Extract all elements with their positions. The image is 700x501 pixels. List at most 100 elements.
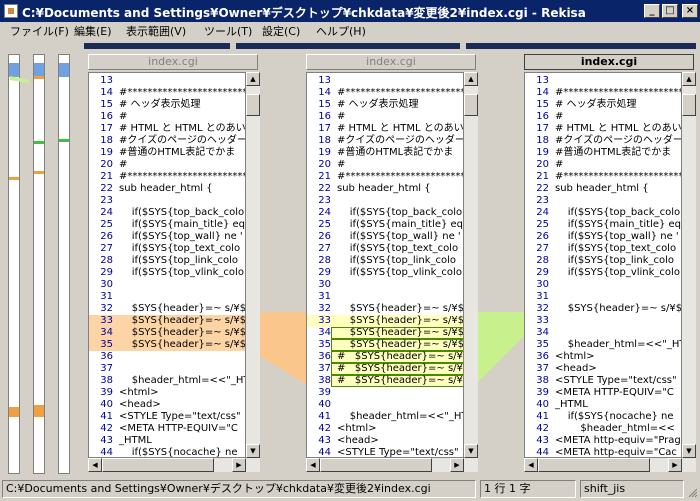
code-line[interactable]: 43 <META http-equiv="Prag [525, 435, 681, 447]
pane-tab-active[interactable]: index.cgi [524, 54, 694, 70]
menu-edit[interactable]: 編集(E) [72, 24, 114, 40]
code-line[interactable]: 18 #クイズのページのヘッダー部 [525, 135, 681, 147]
code-line[interactable]: 16 # [525, 111, 681, 123]
code-line[interactable]: 42 <META HTTP-EQUIV="C [89, 423, 245, 435]
code-line[interactable]: 28 if($SYS{top_link_colo [525, 255, 681, 267]
code-line[interactable]: 21 #************************* [307, 171, 463, 183]
code-line[interactable]: 19 #普通のHTML表記でかま [89, 147, 245, 159]
code-line[interactable]: 18 #クイズのページのヘッダー部 [307, 135, 463, 147]
menu-view-range[interactable]: 表示範囲(V) [124, 24, 188, 40]
scroll-right-button[interactable]: ▶ [450, 458, 464, 472]
code-line[interactable]: 17 # HTML と HTML とのあい [307, 123, 463, 135]
code-line[interactable]: 42 <html> [307, 423, 463, 435]
code-line[interactable]: 44 if($SYS{nocache} ne [89, 447, 245, 457]
scroll-up-button[interactable]: ▲ [246, 72, 260, 86]
code-line[interactable]: 33 $SYS{header}=~ s/¥$ [89, 315, 245, 327]
code-view[interactable]: 13 14 #************************* 15 # ヘッダ表示処… [88, 72, 246, 458]
menu-settings[interactable]: 設定(C) [260, 24, 302, 40]
code-line[interactable]: 30 [307, 279, 463, 291]
code-line[interactable]: 24 if($SYS{top_back_colo [89, 207, 245, 219]
maximize-button[interactable]: □ [662, 4, 678, 18]
code-line[interactable]: 26 if($SYS{top_wall} ne ' [525, 231, 681, 243]
code-line[interactable]: 13 [525, 75, 681, 87]
code-line[interactable]: 37 # $SYS{header}=~ s/¥$ [318, 363, 463, 375]
scroll-thumb[interactable] [682, 94, 696, 116]
scroll-thumb[interactable] [102, 458, 214, 472]
title-bar[interactable]: C:¥Documents and Settings¥Owner¥デスクトップ¥c… [0, 0, 700, 22]
scroll-up-button[interactable]: ▲ [682, 72, 696, 86]
menu-file[interactable]: ファイル(F) [8, 24, 71, 40]
scroll-up-button[interactable]: ▲ [464, 72, 478, 86]
vertical-scrollbar[interactable]: ▲ ▼ [682, 72, 696, 458]
code-line[interactable]: 28 if($SYS{top_link_colo [307, 255, 463, 267]
code-line[interactable]: 29 if($SYS{top_vlink_colo [525, 267, 681, 279]
code-line[interactable]: 37 [89, 363, 245, 375]
resize-grip[interactable] [686, 486, 698, 498]
code-line[interactable]: 31 [89, 291, 245, 303]
code-line[interactable]: 17 # HTML と HTML とのあい [525, 123, 681, 135]
code-line[interactable]: 24 if($SYS{top_back_colo [307, 207, 463, 219]
code-view[interactable]: 13 14 #************************* 15 # ヘッダ表示処… [306, 72, 464, 458]
code-line[interactable]: 40 <head> [89, 399, 245, 411]
code-line[interactable]: 25 if($SYS{main_title} eq [89, 219, 245, 231]
code-line[interactable]: 21 #************************* [525, 171, 681, 183]
code-line[interactable]: 13 [89, 75, 245, 87]
code-line[interactable]: 41 if($SYS{nocache} ne [525, 411, 681, 423]
code-line[interactable]: 22 sub header_html { [525, 183, 681, 195]
scroll-right-button[interactable]: ▶ [232, 458, 246, 472]
code-line[interactable]: 31 [307, 291, 463, 303]
code-line[interactable]: 41 $header_html=<<"_HT [307, 411, 463, 423]
code-line[interactable]: 26 if($SYS{top_wall} ne ' [89, 231, 245, 243]
code-line[interactable]: 31 [525, 291, 681, 303]
code-line[interactable]: 28 if($SYS{top_link_colo [89, 255, 245, 267]
code-line[interactable]: 20 # [89, 159, 245, 171]
scroll-thumb[interactable] [320, 458, 432, 472]
code-line[interactable]: 27 if($SYS{top_text_colo [525, 243, 681, 255]
pane-tab[interactable]: index.cgi [306, 54, 476, 70]
overview-column[interactable] [58, 54, 70, 474]
code-line[interactable]: 36 <html> [525, 351, 681, 363]
code-line[interactable]: 19 #普通のHTML表記でかま [525, 147, 681, 159]
code-line[interactable]: 27 if($SYS{top_text_colo [89, 243, 245, 255]
code-line[interactable]: 33 $SYS{header}=~ s/¥$ [307, 315, 463, 327]
code-line[interactable]: 38 $header_html=<<"_HT [89, 375, 245, 387]
code-line[interactable]: 30 [89, 279, 245, 291]
scroll-right-button[interactable]: ▶ [668, 458, 682, 472]
code-line[interactable]: 26 if($SYS{top_wall} ne ' [307, 231, 463, 243]
code-line[interactable]: 33 [525, 315, 681, 327]
code-line[interactable]: 40 _HTML [525, 399, 681, 411]
code-line[interactable]: 21 #************************* [89, 171, 245, 183]
scroll-thumb[interactable] [538, 458, 650, 472]
code-line[interactable]: 23 [89, 195, 245, 207]
code-line[interactable]: 16 # [307, 111, 463, 123]
code-line[interactable]: 34 $SYS{header}=~ s/¥$ [318, 327, 463, 339]
app-icon[interactable] [4, 4, 18, 18]
code-line[interactable]: 23 [307, 195, 463, 207]
vertical-scrollbar[interactable]: ▲ ▼ [464, 72, 478, 458]
code-line[interactable]: 23 [525, 195, 681, 207]
code-line[interactable]: 39 <html> [89, 387, 245, 399]
code-line[interactable]: 41 <STYLE Type="text/css" [89, 411, 245, 423]
minimize-button[interactable]: _ [644, 4, 660, 18]
menu-help[interactable]: ヘルプ(H) [314, 24, 368, 40]
code-line[interactable]: 29 if($SYS{top_vlink_colo [307, 267, 463, 279]
code-line[interactable]: 42 $header_html=<< [525, 423, 681, 435]
close-button[interactable]: × [682, 4, 698, 18]
code-line[interactable]: 27 if($SYS{top_text_colo [307, 243, 463, 255]
code-line[interactable]: 36 # $SYS{header}=~ s/¥$ [318, 351, 463, 363]
code-line[interactable]: 44 <STYLE Type="text/css" [307, 447, 463, 457]
code-line[interactable]: 32 $SYS{header}=~ s/¥$ [525, 303, 681, 315]
code-line[interactable]: 43 <head> [307, 435, 463, 447]
pane-tab[interactable]: index.cgi [88, 54, 258, 70]
code-line[interactable]: 20 # [525, 159, 681, 171]
code-line[interactable]: 38 # $SYS{header}=~ s/¥$ [318, 375, 463, 387]
code-line[interactable]: 25 if($SYS{main_title} eq [307, 219, 463, 231]
code-line[interactable]: 29 if($SYS{top_vlink_colo [89, 267, 245, 279]
code-line[interactable]: 17 # HTML と HTML とのあい [89, 123, 245, 135]
code-line[interactable]: 20 # [307, 159, 463, 171]
code-line[interactable]: 34 $SYS{header}=~ s/¥$ [89, 327, 245, 339]
code-line[interactable]: 39 [307, 387, 463, 399]
scroll-down-button[interactable]: ▼ [464, 444, 478, 458]
code-line[interactable]: 15 # ヘッダ表示処理 [307, 99, 463, 111]
horizontal-scrollbar[interactable]: ◀ ▶ [88, 458, 260, 472]
